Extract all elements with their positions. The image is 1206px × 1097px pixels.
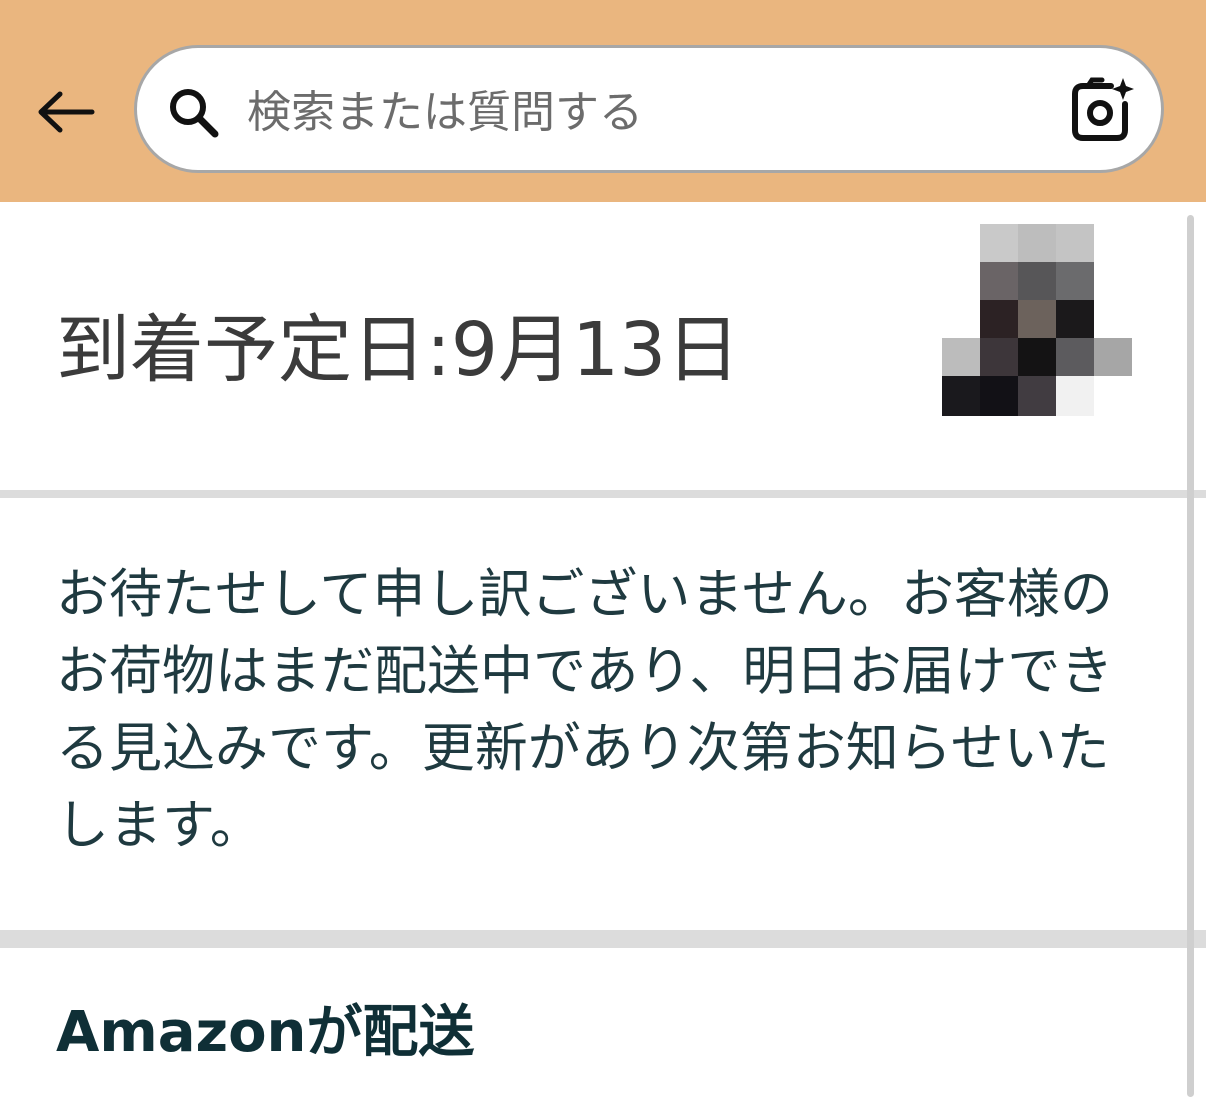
product-thumbnail[interactable] bbox=[942, 224, 1132, 416]
search-input[interactable] bbox=[247, 72, 1047, 152]
search-icon bbox=[170, 89, 219, 138]
back-button[interactable] bbox=[30, 80, 102, 144]
camera-icon[interactable] bbox=[1065, 76, 1135, 146]
section-divider-thick bbox=[0, 930, 1206, 948]
section-divider bbox=[0, 490, 1206, 498]
arrow-left-icon bbox=[38, 91, 95, 133]
delivery-date-title: 到着予定日:9月13日 bbox=[56, 307, 741, 393]
top-bar bbox=[0, 0, 1206, 202]
scrollbar[interactable] bbox=[1187, 215, 1194, 1097]
delay-notice: お待たせして申し訳ございません。お客様のお荷物はまだ配送中であり、明日お届けでき… bbox=[56, 564, 1114, 856]
search-box[interactable] bbox=[134, 45, 1164, 173]
shipper-label: Amazonが配送 bbox=[56, 1000, 475, 1065]
